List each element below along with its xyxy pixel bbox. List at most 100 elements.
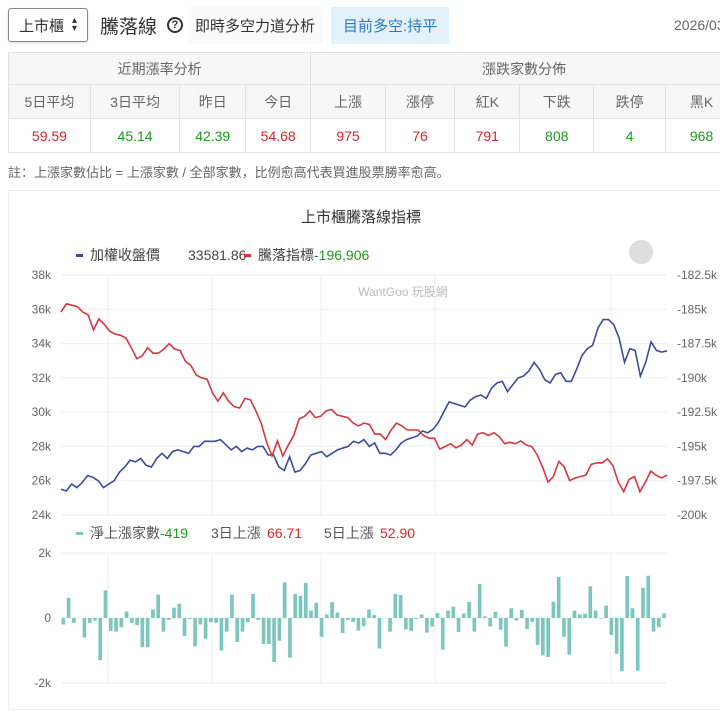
market-state-badge: 目前多空:持平 (331, 6, 450, 44)
column-header: 跌停 (593, 84, 667, 119)
net-advance-bar (651, 618, 656, 632)
net-advance-bar (309, 610, 313, 618)
left-tick: 34k (32, 337, 52, 351)
left-tick: 32k (32, 371, 52, 385)
sort-arrows-icon: ▴ ▾ (71, 15, 78, 34)
left-tick: 28k (32, 439, 52, 453)
net-advance-bar (414, 618, 419, 619)
bar-legend-value: 52.90 (380, 525, 415, 541)
column-header: 3日平均 (89, 84, 181, 119)
net-advance-bar (467, 602, 471, 618)
watermark: WantGoo 玩股網 (358, 285, 448, 299)
legend-value: -196,906 (314, 247, 369, 263)
net-advance-bar (61, 618, 66, 625)
net-advance-bar (277, 618, 282, 641)
net-advance-bar (488, 618, 493, 627)
market-select-value: 上市櫃 (18, 17, 64, 35)
net-advance-bar (609, 618, 614, 635)
net-advance-bar (509, 608, 514, 618)
net-advance-bar (551, 601, 556, 618)
chart-card: 上市櫃騰落線指標 WantGoo 玩股網 38k -182.5k 36k -185k 34k… (8, 190, 720, 710)
group-header: 漲跌家數分佈 (310, 52, 720, 85)
net-advance-bar (446, 610, 450, 618)
stat-value: 54.68 (245, 118, 312, 153)
net-advance-bar (435, 613, 440, 618)
net-advance-bar (161, 618, 166, 632)
net-advance-bar (130, 618, 134, 623)
legend-label: 加權收盤價 (90, 247, 160, 263)
net-advance-bar (145, 618, 150, 648)
net-advance-bar (393, 593, 398, 618)
top-bar: 上市櫃 ▴▾ 騰落線 ? 即時多空力道分析 目前多空:持平 2026/03/ (8, 6, 720, 44)
net-advance-bar (267, 618, 271, 644)
stat-value: 808 (519, 118, 595, 153)
net-advance-bar (530, 618, 535, 622)
net-advance-bar (166, 618, 171, 620)
stat-value: 76 (384, 118, 456, 153)
column-header: 上漲 (310, 84, 386, 119)
net-advance-bar (87, 618, 92, 623)
net-advance-bar (335, 612, 340, 618)
bar-legend-label: 3日上漲 (211, 525, 261, 541)
net-advance-bar (314, 602, 319, 618)
net-advance-bar (541, 618, 545, 656)
net-advance-bar (504, 618, 508, 647)
stat-value: 791 (454, 118, 521, 153)
net-advance-bar (525, 618, 529, 630)
legend-swatch (76, 532, 83, 535)
net-advance-bar (187, 618, 192, 619)
net-advance-bar (472, 618, 477, 632)
net-advance-bar (103, 590, 108, 618)
net-advance-bar (156, 594, 161, 618)
legend-value: 33581.86 (188, 247, 247, 263)
net-advance-bar (172, 607, 176, 618)
net-advance-bar (140, 618, 145, 648)
net-advance-bar (214, 618, 218, 623)
net-advance-bar (282, 582, 287, 618)
net-advance-bar (256, 618, 261, 620)
net-advance-bar (251, 593, 255, 618)
left-tick: 38k (32, 268, 52, 282)
net-advance-bar (224, 618, 229, 632)
right-tick: -185k (677, 302, 708, 316)
bar-legend-value: -419 (160, 525, 188, 541)
advance-decline-chart: 上市櫃騰落線指標 WantGoo 玩股網 38k -182.5k 36k -185k 34k… (32, 208, 718, 690)
note: 註：上漲家數佔比 = 上漲家數 / 全部家數，比例愈高代表買進股票勝率愈高。 (8, 165, 450, 180)
net-advance-bar (440, 618, 445, 650)
net-advance-bar (583, 613, 587, 618)
net-advance-bar (635, 618, 640, 671)
net-advance-bar (66, 597, 71, 618)
net-advance-bar (656, 618, 661, 628)
net-advance-bar (340, 618, 345, 633)
subtitle: 即時多空力道分析 (187, 6, 324, 44)
right-tick: -197.5k (677, 474, 718, 488)
net-advance-bar (330, 602, 334, 618)
net-advance-bar (461, 613, 466, 618)
net-advance-bar (388, 618, 392, 632)
net-advance-bar (98, 618, 103, 661)
net-advance-bar (82, 618, 87, 638)
net-advance-bar (245, 618, 250, 623)
net-advance-bar (535, 618, 540, 645)
market-select[interactable]: 上市櫃 ▴ ▾ (8, 8, 88, 42)
bar-legend-value: 66.71 (267, 525, 302, 541)
net-advance-bar (108, 618, 113, 631)
net-advance-bar (361, 618, 366, 627)
left-tick: 36k (32, 302, 52, 316)
left-tick: 24k (32, 508, 52, 522)
net-advance-bar (124, 611, 129, 618)
net-advance-bar (219, 618, 224, 651)
net-advance-bar (593, 610, 598, 618)
index-line (60, 318, 668, 492)
net-advance-bar (556, 577, 561, 618)
legend-swatch (244, 254, 251, 257)
net-advance-bar (240, 618, 245, 632)
net-advance-bar (135, 618, 139, 626)
help-icon[interactable]: ? (167, 17, 184, 33)
net-advance-bar (404, 618, 408, 630)
net-advance-bar (151, 609, 155, 618)
logo-icon (629, 240, 653, 264)
net-advance-bar (419, 614, 424, 618)
legend-label: 騰落指標 (258, 247, 314, 263)
right-tick: -187.5k (677, 337, 718, 351)
